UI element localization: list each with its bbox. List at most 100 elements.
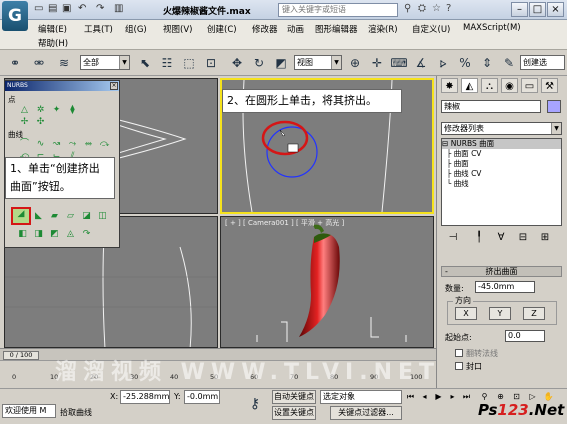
create-lathe-surface-icon[interactable]: ◣ xyxy=(33,211,44,221)
create-u-loft-icon[interactable]: ◪ xyxy=(81,211,92,221)
window-crossing-icon[interactable]: ⊡ xyxy=(202,54,220,72)
next-frame-icon[interactable]: ▸ xyxy=(446,390,459,403)
link-icon[interactable]: ⚭ xyxy=(6,54,24,72)
stack-item-surface[interactable]: ├ 曲面 xyxy=(442,159,561,169)
configure-modifier-sets-icon[interactable]: ⊞ xyxy=(539,232,551,244)
search-icon[interactable]: ⚲ xyxy=(404,3,411,14)
cap-checkbox[interactable]: 封口 xyxy=(455,361,482,372)
create-surface-curve-point-icon[interactable]: ✣ xyxy=(35,117,46,127)
create-multicurve-trim-icon[interactable]: ◬ xyxy=(65,229,76,239)
object-color-swatch[interactable] xyxy=(547,100,561,113)
menu-help[interactable]: 帮助(H) xyxy=(38,37,68,49)
menu-modifiers[interactable]: 修改器 xyxy=(252,23,278,35)
transform-curve-icon[interactable]: ⤳ xyxy=(67,139,78,149)
unlink-icon[interactable]: ⚮ xyxy=(30,54,48,72)
utilities-tab-icon[interactable]: ⚒ xyxy=(541,78,558,93)
menu-views[interactable]: 视图(V) xyxy=(163,23,192,35)
pin-stack-icon[interactable]: ⊣ xyxy=(447,232,459,244)
network-icon[interactable]: ⛭ xyxy=(418,3,426,14)
go-to-start-icon[interactable]: ⏮ xyxy=(404,390,417,403)
fit-curve-icon[interactable]: ↝ xyxy=(51,139,62,149)
rotate-icon[interactable]: ↻ xyxy=(250,54,268,72)
camera-viewport-label[interactable]: [ + ] [ Camera001 ] [ 平滑 + 高光 ] xyxy=(225,218,344,228)
modify-tab-icon[interactable]: ◭ xyxy=(461,78,478,93)
selection-filter-dropdown[interactable]: 全部 ▼ xyxy=(80,55,130,70)
minimize-button[interactable]: – xyxy=(511,2,528,17)
move-icon[interactable]: ✥ xyxy=(228,54,246,72)
viewport-camera[interactable]: [ + ] [ Camera001 ] [ 平滑 + 高光 ] xyxy=(220,216,434,348)
create-2-rail-sweep-icon[interactable]: ◨ xyxy=(33,229,44,239)
search-input[interactable]: 键入关键字或短语 xyxy=(278,3,398,17)
maxscript-listener[interactable]: 欢迎使用 M xyxy=(2,404,56,418)
create-surface-point-icon[interactable]: ⧫ xyxy=(67,105,78,115)
axis-y-button[interactable]: Y xyxy=(489,307,511,320)
undo-icon[interactable]: ↶ xyxy=(78,3,86,14)
auto-key-button[interactable]: 自动关键点 xyxy=(272,390,316,404)
display-tab-icon[interactable]: ▭ xyxy=(521,78,538,93)
stack-item-curve[interactable]: └ 曲线 xyxy=(442,179,561,189)
create-cap-surface-icon[interactable]: ▱ xyxy=(65,211,76,221)
key-filters-button[interactable]: 关键点过滤器... xyxy=(330,406,402,420)
previous-frame-icon[interactable]: ◂ xyxy=(418,390,431,403)
modifier-list-dropdown[interactable]: 修改器列表 ▼ xyxy=(441,122,562,135)
menu-customize[interactable]: 自定义(U) xyxy=(412,23,450,35)
y-coord-field[interactable]: -0.0mm xyxy=(184,390,220,404)
create-fillet-surface-icon[interactable]: ↷ xyxy=(81,229,92,239)
angle-snap-icon[interactable]: ⦠ xyxy=(434,54,452,72)
stack-item-nurbs-surface[interactable]: ⊟ NURBS 曲面 xyxy=(442,139,561,149)
rectangle-selection-icon[interactable]: ⬚ xyxy=(180,54,198,72)
select-object-icon[interactable]: ⬉ xyxy=(136,54,154,72)
menu-edit[interactable]: 编辑(E) xyxy=(38,23,67,35)
create-extrude-surface-icon[interactable]: ◢ xyxy=(11,207,31,225)
start-point-spinner[interactable]: 0.0 xyxy=(505,330,545,342)
time-slider[interactable]: 0 / 100 xyxy=(3,351,39,360)
blend-curve-icon[interactable]: ⥈ xyxy=(83,139,94,149)
make-unique-icon[interactable]: ∀ xyxy=(495,232,507,244)
percent-snap-icon[interactable]: % xyxy=(456,54,474,72)
menu-maxscript[interactable]: MAXScript(M) xyxy=(463,23,521,33)
cv-curve-icon[interactable]: ⌒ xyxy=(19,139,30,149)
go-to-end-icon[interactable]: ⏭ xyxy=(460,390,473,403)
create-multisided-blend-icon[interactable]: ◩ xyxy=(49,229,60,239)
menu-graph-editors[interactable]: 图形编辑器 xyxy=(315,23,358,35)
x-coord-field[interactable]: -25.288mm xyxy=(120,390,170,404)
amount-spinner[interactable]: -45.0mm xyxy=(475,281,535,293)
stack-item-curve-cv[interactable]: ├ 曲线 CV xyxy=(442,169,561,179)
menu-tools[interactable]: 工具(T) xyxy=(84,23,113,35)
motion-tab-icon[interactable]: ◉ xyxy=(501,78,518,93)
open-file-icon[interactable]: ▤ xyxy=(48,3,57,14)
close-icon[interactable]: × xyxy=(110,82,118,90)
axis-z-button[interactable]: Z xyxy=(523,307,545,320)
create-offset-point-icon[interactable]: ✲ xyxy=(35,105,46,115)
menu-group[interactable]: 组(G) xyxy=(125,23,147,35)
auto-key-selection-dropdown[interactable]: 选定对象 xyxy=(320,390,402,404)
menu-animation[interactable]: 动画 xyxy=(287,23,304,35)
key-icon[interactable]: ⚷ xyxy=(246,395,264,413)
show-end-result-icon[interactable]: ╿ xyxy=(473,232,485,244)
snap-toggle-icon[interactable]: ∡ xyxy=(412,54,430,72)
app-logo-icon[interactable]: G xyxy=(2,1,28,31)
create-point-icon[interactable]: △ xyxy=(19,105,30,115)
keyboard-shortcut-icon[interactable]: ⌨ xyxy=(390,54,408,72)
object-name-field[interactable]: 辣椒 xyxy=(441,100,541,113)
hierarchy-tab-icon[interactable]: ⛬ xyxy=(481,78,498,93)
create-uv-loft-icon[interactable]: ◫ xyxy=(97,211,108,221)
create-tab-icon[interactable]: ✸ xyxy=(441,78,458,93)
named-selection-icon[interactable]: ✎ xyxy=(500,54,518,72)
star-icon[interactable]: ☆ xyxy=(432,3,441,14)
select-manipulate-icon[interactable]: ✛ xyxy=(368,54,386,72)
pivot-center-icon[interactable]: ⊕ xyxy=(346,54,364,72)
maximize-button[interactable]: □ xyxy=(529,2,546,17)
create-ruled-surface-icon[interactable]: ▰ xyxy=(49,211,60,221)
create-1-rail-sweep-icon[interactable]: ◧ xyxy=(17,229,28,239)
extrude-surface-rollout-title[interactable]: - 挤出曲面 xyxy=(441,266,562,277)
reference-coordinate-dropdown[interactable]: 视图 ▼ xyxy=(294,55,342,70)
menu-rendering[interactable]: 渲染(R) xyxy=(368,23,398,35)
close-button[interactable]: × xyxy=(547,2,564,17)
set-key-button[interactable]: 设置关键点 xyxy=(272,406,316,420)
new-file-icon[interactable]: ▭ xyxy=(34,3,43,14)
save-file-icon[interactable]: ▣ xyxy=(62,3,71,14)
create-curve-curve-point-icon[interactable]: ✢ xyxy=(19,117,30,127)
project-folder-icon[interactable]: ▥ xyxy=(114,3,123,14)
scale-icon[interactable]: ◩ xyxy=(272,54,290,72)
